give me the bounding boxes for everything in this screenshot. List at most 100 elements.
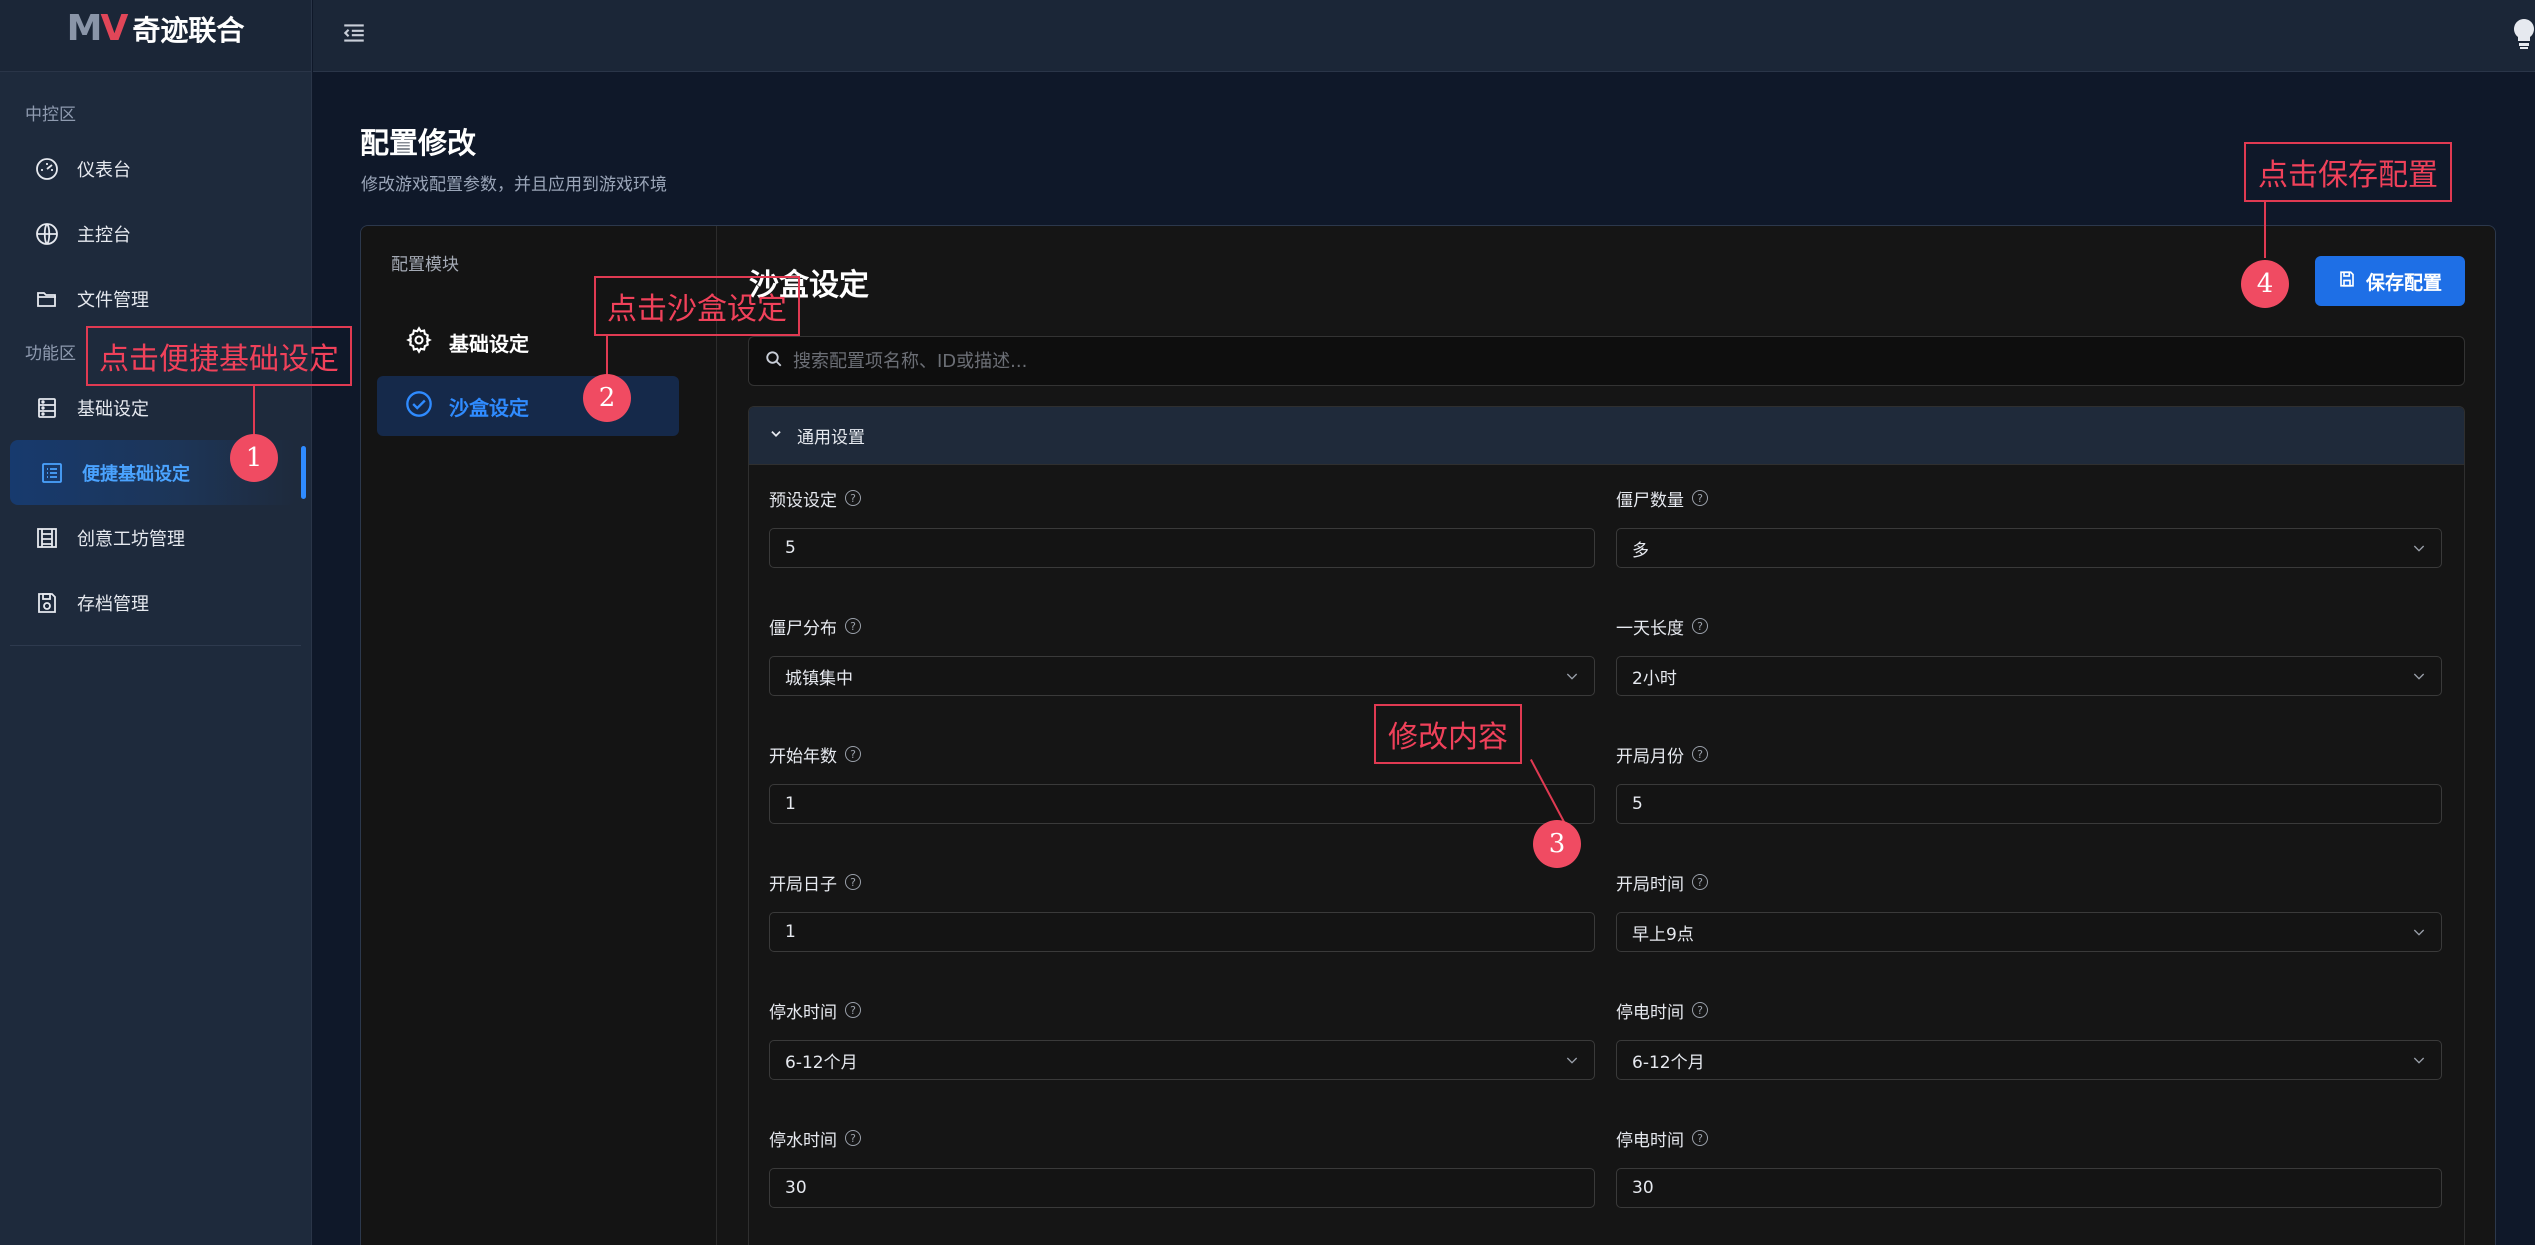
sidebar-item-label: 仪表台 <box>77 159 131 181</box>
field-value: 30 <box>1632 1178 1654 1198</box>
save-icon <box>2338 270 2356 293</box>
field-label: 停水时间? <box>769 1125 1595 1151</box>
group-header[interactable]: 通用设置 <box>749 407 2464 465</box>
annotation-4-box: 点击保存配置 <box>2244 142 2452 202</box>
field-label: 一天长度? <box>1616 613 2442 639</box>
content-area: 沙盒设定 保存配置 通用设置 预设设定? <box>717 226 2495 1245</box>
sidebar-item-label: 便捷基础设定 <box>82 463 190 485</box>
page-subtitle: 修改游戏配置参数，并且应用到游戏环境 <box>361 175 667 195</box>
server-icon <box>33 394 61 422</box>
field-label: 开局日子? <box>769 869 1595 895</box>
sidebar-item-archive[interactable]: 存档管理 <box>0 570 311 635</box>
logo-bar: MV 奇迹联合 <box>0 0 311 72</box>
help-icon[interactable]: ? <box>845 1130 861 1146</box>
save-config-button[interactable]: 保存配置 <box>2315 256 2465 306</box>
sidebar-item-label: 创意工坊管理 <box>77 528 185 550</box>
field-power-shutoff-days: 停电时间? 30 <box>1616 1125 2442 1208</box>
field-label: 僵尸分布? <box>769 613 1595 639</box>
gear-icon <box>405 325 433 359</box>
field-label-text: 开局时间 <box>1616 874 1684 895</box>
day-length-select[interactable]: 2小时 <box>1616 656 2442 696</box>
help-icon[interactable]: ? <box>845 618 861 634</box>
sidebar-item-label: 存档管理 <box>77 593 149 615</box>
save-config-label: 保存配置 <box>2365 271 2442 294</box>
field-label: 僵尸数量? <box>1616 485 2442 511</box>
sidebar-item-workshop[interactable]: 创意工坊管理 <box>0 505 311 570</box>
help-icon[interactable]: ? <box>845 490 861 506</box>
annotation-3-box: 修改内容 <box>1374 704 1522 764</box>
module-item-label: 基础设定 <box>449 331 529 356</box>
help-icon[interactable]: ? <box>845 1002 861 1018</box>
field-label-text: 开局日子 <box>769 874 837 895</box>
help-icon[interactable]: ? <box>1692 746 1708 762</box>
field-water-shutoff: 停水时间? 6-12个月 <box>769 997 1595 1080</box>
field-water-shutoff-days: 停水时间? 30 <box>769 1125 1595 1208</box>
field-start-time: 开局时间? 早上9点 <box>1616 869 2442 952</box>
list-icon <box>38 459 66 487</box>
sidebar-item-label: 主控台 <box>77 224 131 246</box>
field-label-text: 僵尸数量 <box>1616 490 1684 511</box>
help-icon[interactable]: ? <box>1692 1002 1708 1018</box>
field-value: 2小时 <box>1632 668 1677 689</box>
check-circle-icon <box>405 390 433 423</box>
zombie-count-select[interactable]: 多 <box>1616 528 2442 568</box>
help-icon[interactable]: ? <box>1692 618 1708 634</box>
field-value: 早上9点 <box>1632 924 1694 945</box>
field-value: 6-12个月 <box>1632 1052 1705 1073</box>
annotation-2-badge: 2 <box>583 374 631 422</box>
preset-input[interactable]: 5 <box>769 528 1595 568</box>
chevron-down-icon <box>2411 924 2427 945</box>
module-panel: 配置模块 基础设定 沙盒设定 <box>361 226 717 1245</box>
chevron-down-icon <box>2411 1052 2427 1073</box>
field-label: 停水时间? <box>769 997 1595 1023</box>
search-input[interactable] <box>793 350 2464 372</box>
field-value: 1 <box>785 794 796 814</box>
sidebar-item-dashboard[interactable]: 仪表台 <box>0 136 311 201</box>
water-shutoff-days-input[interactable]: 30 <box>769 1168 1595 1208</box>
chevron-down-icon <box>2411 540 2427 561</box>
start-year-input[interactable]: 1 <box>769 784 1595 824</box>
annotation-1-badge: 1 <box>230 434 278 482</box>
logo[interactable]: MV 奇迹联合 <box>67 8 245 49</box>
field-label-text: 预设设定 <box>769 490 837 511</box>
module-panel-title: 配置模块 <box>391 255 459 275</box>
zombie-distribution-select[interactable]: 城镇集中 <box>769 656 1595 696</box>
field-label-text: 开局月份 <box>1616 746 1684 767</box>
module-item-sandbox[interactable]: 沙盒设定 <box>377 376 679 436</box>
help-icon[interactable]: ? <box>845 746 861 762</box>
field-value: 5 <box>785 538 796 558</box>
field-label-text: 停水时间 <box>769 1130 837 1151</box>
section-title-control: 中控区 <box>25 104 76 125</box>
sidebar-item-console[interactable]: 主控台 <box>0 201 311 266</box>
annotation-2-box: 点击沙盒设定 <box>594 276 800 336</box>
power-shutoff-days-input[interactable]: 30 <box>1616 1168 2442 1208</box>
power-shutoff-select[interactable]: 6-12个月 <box>1616 1040 2442 1080</box>
start-day-input[interactable]: 1 <box>769 912 1595 952</box>
help-icon[interactable]: ? <box>1692 490 1708 506</box>
chevron-down-icon <box>769 426 783 446</box>
start-time-select[interactable]: 早上9点 <box>1616 912 2442 952</box>
field-label-text: 僵尸分布 <box>769 618 837 639</box>
field-label: 停电时间? <box>1616 1125 2442 1151</box>
menu-fold-icon[interactable] <box>341 20 371 50</box>
water-shutoff-select[interactable]: 6-12个月 <box>769 1040 1595 1080</box>
field-value: 城镇集中 <box>785 668 853 689</box>
field-label-text: 一天长度 <box>1616 618 1684 639</box>
sidebar-item-label: 基础设定 <box>77 398 149 420</box>
help-icon[interactable]: ? <box>845 874 861 890</box>
topbar <box>313 0 2535 72</box>
lightbulb-icon[interactable] <box>2513 18 2535 52</box>
help-icon[interactable]: ? <box>1692 1130 1708 1146</box>
annotation-1-line <box>253 386 255 436</box>
field-label: 开局时间? <box>1616 869 2442 895</box>
sidebar-item-files[interactable]: 文件管理 <box>0 266 311 331</box>
chevron-down-icon <box>1564 1052 1580 1073</box>
search-box[interactable] <box>748 336 2465 386</box>
field-zombie-count: 僵尸数量? 多 <box>1616 485 2442 568</box>
sidebar-item-label: 文件管理 <box>77 289 149 311</box>
help-icon[interactable]: ? <box>1692 874 1708 890</box>
start-month-input[interactable]: 5 <box>1616 784 2442 824</box>
field-label-text: 开始年数 <box>769 746 837 767</box>
field-label-text: 停水时间 <box>769 1002 837 1023</box>
field-value: 5 <box>1632 794 1643 814</box>
